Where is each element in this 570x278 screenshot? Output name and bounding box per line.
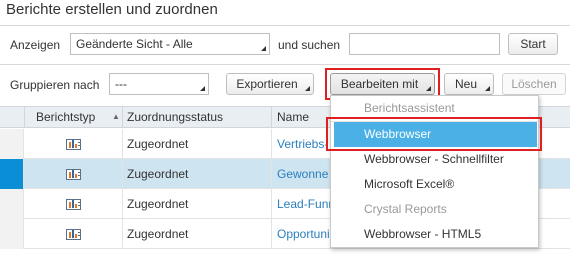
row-status: Zugeordnet xyxy=(127,197,189,211)
page-title: Berichte erstellen und zuordnen xyxy=(6,1,218,18)
view-select-value: Geänderte Sicht - Alle xyxy=(76,37,193,51)
export-button[interactable]: Exportieren xyxy=(226,73,314,95)
row-status: Zugeordnet xyxy=(127,227,189,241)
new-button[interactable]: Neu xyxy=(444,73,494,95)
menu-item-webbrowser[interactable]: Webbrowser xyxy=(334,122,537,147)
export-button-label: Exportieren xyxy=(236,77,298,91)
group-label: Gruppieren nach xyxy=(10,78,100,92)
dropdown-corner-icon xyxy=(200,86,205,91)
row-name-link[interactable]: Vertriebs- xyxy=(277,129,328,159)
dropdown-corner-icon xyxy=(426,86,431,91)
column-header-assignment-status[interactable]: Zuordnungsstatus xyxy=(127,107,223,128)
dropdown-corner-icon xyxy=(305,86,310,91)
column-header-name[interactable]: Name xyxy=(277,107,309,128)
search-input[interactable] xyxy=(349,33,500,55)
row-name-link[interactable]: Gewonne xyxy=(277,159,328,189)
start-button[interactable]: Start xyxy=(508,33,558,55)
menu-item-webbrowser-quickfilter[interactable]: Webbrowser - Schnellfilter xyxy=(331,147,538,172)
report-icon xyxy=(66,169,81,180)
view-select[interactable]: Geänderte Sicht - Alle xyxy=(70,33,270,55)
edit-with-button-label: Bearbeiten mit xyxy=(340,77,419,91)
group-select[interactable]: --- xyxy=(109,73,209,95)
row-status: Zugeordnet xyxy=(127,137,189,151)
dropdown-corner-icon xyxy=(485,86,490,91)
report-icon xyxy=(66,139,81,150)
filter-divider xyxy=(0,64,570,65)
row-selector[interactable] xyxy=(0,189,24,219)
menu-item-crystal-reports[interactable]: Crystal Reports xyxy=(331,197,538,222)
menu-item-microsoft-excel[interactable]: Microsoft Excel® xyxy=(331,172,538,197)
row-name-link[interactable]: Lead-Funn xyxy=(277,189,335,219)
report-icon xyxy=(66,229,81,240)
row-selector[interactable] xyxy=(0,219,24,249)
menu-item-report-wizard[interactable]: Berichtsassistent xyxy=(331,96,538,121)
delete-button[interactable]: Löschen xyxy=(502,73,566,95)
edit-with-menu: Berichtsassistent Webbrowser Webbrowser … xyxy=(330,95,539,248)
menu-item-webbrowser-html5[interactable]: Webbrowser - HTML5 xyxy=(331,222,538,247)
search-label: und suchen xyxy=(278,38,341,52)
report-icon xyxy=(66,199,81,210)
dropdown-corner-icon xyxy=(261,46,266,51)
show-label: Anzeigen xyxy=(10,38,61,52)
title-divider xyxy=(0,25,570,26)
new-button-label: Neu xyxy=(454,77,477,91)
row-selector[interactable] xyxy=(0,159,24,189)
edit-with-button[interactable]: Bearbeiten mit xyxy=(330,73,435,95)
group-select-value: --- xyxy=(115,77,127,91)
row-selector[interactable] xyxy=(0,129,24,159)
column-header-report-type[interactable]: Berichtstyp xyxy=(36,107,95,128)
row-status: Zugeordnet xyxy=(127,167,189,181)
sort-ascending-icon: ▲ xyxy=(112,112,120,121)
